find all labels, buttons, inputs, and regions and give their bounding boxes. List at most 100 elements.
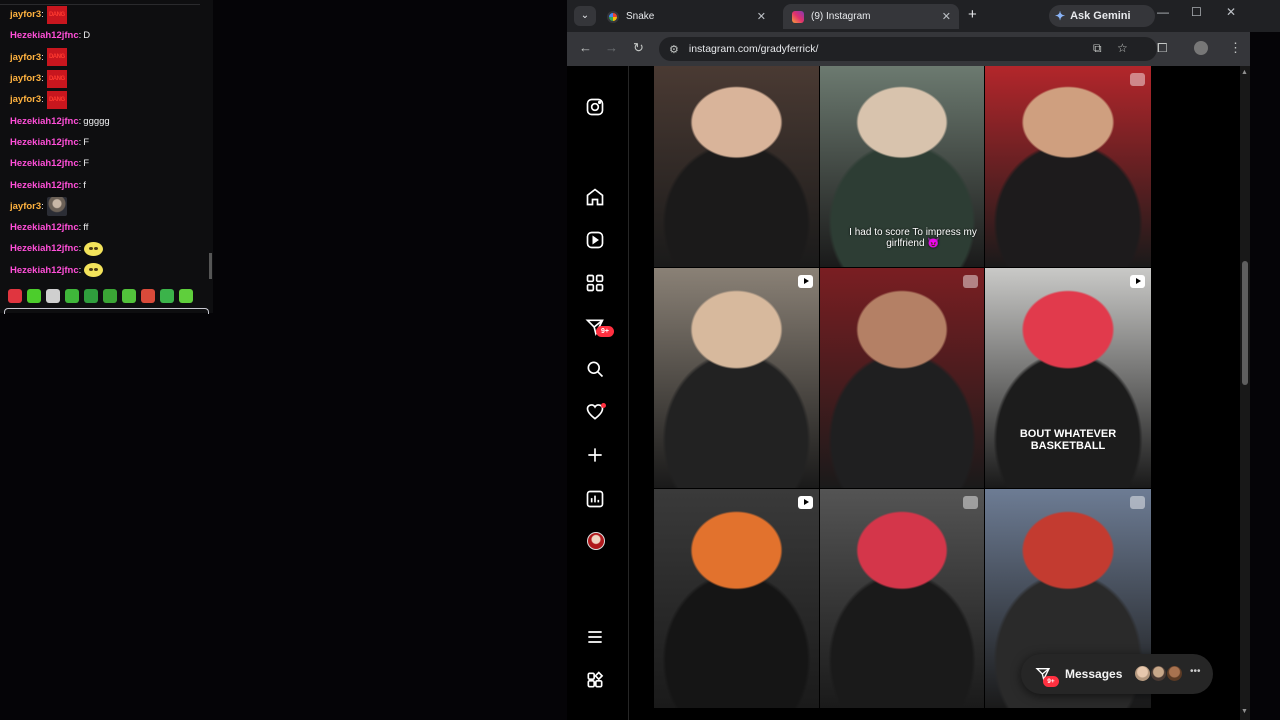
chat-username[interactable]: jayfor3 [10, 9, 41, 20]
page-scrollbar[interactable]: ▲ ▼ [1240, 66, 1250, 720]
chat-line: Hezekiah12jfnc: ggggg [10, 110, 213, 131]
explore-icon[interactable] [584, 272, 606, 294]
create-plus-icon[interactable] [584, 444, 606, 466]
chat-username[interactable]: Hezekiah12jfnc [10, 243, 79, 254]
search-icon[interactable] [584, 358, 606, 380]
moon-emote [84, 241, 104, 256]
chat-username[interactable]: Hezekiah12jfnc [10, 180, 79, 191]
more-dots-icon: ••• [1190, 666, 1201, 677]
forward-icon[interactable]: → [605, 40, 618, 55]
tab-title: (9) Instagram [811, 11, 871, 22]
chat-message-text: ggggg [83, 115, 110, 127]
emote-icon[interactable] [179, 289, 193, 303]
window-close-button[interactable]: ✕ [1226, 5, 1236, 19]
post-thumbnail[interactable]: BOUT WHATEVER BASKETBALL [985, 268, 1151, 488]
more-menu-icon[interactable] [584, 626, 606, 648]
address-bar[interactable]: ⚙ instagram.com/gradyferrick/ ⧉ ☆ [659, 37, 1157, 61]
chat-line: Hezekiah12jfnc: D [10, 25, 213, 46]
post-thumbnail[interactable] [654, 489, 819, 708]
chat-username[interactable]: jayfor3 [10, 201, 41, 212]
chat-username[interactable]: Hezekiah12jfnc [10, 30, 79, 41]
chat-username[interactable]: jayfor3 [10, 94, 41, 105]
post-thumbnail[interactable] [985, 66, 1151, 267]
chat-line: Hezekiah12jfnc: f [10, 174, 213, 195]
extensions-icon[interactable]: ⧠ [1157, 40, 1167, 56]
avatar [1150, 665, 1167, 682]
reels-icon[interactable] [584, 229, 606, 251]
profile-avatar[interactable] [1194, 41, 1208, 55]
chat-message-text: ff [83, 222, 89, 234]
post-thumbnail[interactable]: I had to score To impress my girlfriend … [820, 66, 984, 267]
carousel-icon [1130, 496, 1145, 509]
emote-icon[interactable] [27, 289, 41, 303]
face-emote [46, 196, 67, 216]
back-icon[interactable]: ← [579, 40, 592, 55]
chat-username[interactable]: jayfor3 [10, 73, 41, 84]
close-icon[interactable]: ✕ [942, 10, 951, 23]
dang-emote: DANG [46, 5, 67, 24]
chat-line: Hezekiah12jfnc: F [10, 153, 213, 174]
emote-icon[interactable] [8, 289, 22, 303]
chat-line: Hezekiah12jfnc: [10, 238, 213, 259]
chat-colon: : [78, 30, 82, 42]
chat-username[interactable]: Hezekiah12jfnc [10, 222, 79, 233]
reload-icon[interactable]: ↻ [633, 40, 644, 56]
chat-username[interactable]: jayfor3 [10, 52, 41, 63]
chat-username[interactable]: Hezekiah12jfnc [10, 137, 79, 148]
profile-avatar[interactable] [587, 532, 605, 550]
carousel-icon [1130, 73, 1145, 86]
avatar [1166, 665, 1183, 682]
scroll-down-icon[interactable]: ▼ [1241, 708, 1248, 715]
gemini-icon: ✦ [1055, 9, 1066, 23]
home-icon[interactable] [584, 186, 606, 208]
chat-line: jayfor3: DANG [10, 4, 213, 25]
chat-message-text: f [83, 179, 86, 191]
instagram-logo-icon[interactable] [584, 96, 606, 118]
scrollbar-thumb[interactable] [1242, 261, 1248, 385]
close-icon[interactable]: ✕ [757, 10, 766, 23]
chat-input[interactable] [4, 308, 209, 314]
chat-username[interactable]: Hezekiah12jfnc [10, 265, 79, 276]
emote-icon[interactable] [122, 289, 136, 303]
post-thumbnail[interactable] [654, 66, 819, 267]
tab-snake[interactable]: Snake ✕ [598, 4, 774, 29]
browser-toolbar: ← → ↻ ⚙ instagram.com/gradyferrick/ ⧉ ☆ … [567, 32, 1250, 66]
post-thumbnail[interactable] [820, 268, 984, 488]
emote-icon[interactable] [160, 289, 174, 303]
tab-instagram[interactable]: (9) Instagram ✕ [783, 4, 959, 29]
chat-message-text: F [83, 136, 90, 148]
meta-apps-icon[interactable] [584, 669, 606, 691]
chat-colon: : [78, 115, 82, 127]
post-thumbnail[interactable] [654, 268, 819, 488]
tab-search-button[interactable]: ⌄ [574, 6, 596, 26]
messages-button[interactable]: 9+ Messages ••• [1021, 654, 1213, 694]
google-icon [607, 10, 619, 23]
bookmark-star-icon[interactable]: ☆ [1117, 41, 1128, 55]
minimize-button[interactable]: — [1157, 5, 1169, 19]
chat-username[interactable]: Hezekiah12jfnc [10, 158, 79, 169]
site-info-icon[interactable]: ⚙ [669, 43, 679, 56]
emote-icon[interactable] [65, 289, 79, 303]
emote-icon[interactable] [46, 289, 60, 303]
emote-icon[interactable] [84, 289, 98, 303]
ask-gemini-button[interactable]: ✦ Ask Gemini [1049, 5, 1155, 27]
menu-kebab-icon[interactable]: ⋮ [1229, 40, 1242, 56]
maximize-button[interactable]: ☐ [1191, 5, 1202, 19]
chat-colon: : [78, 136, 82, 148]
chat-line: jayfor3: DANG [10, 89, 213, 110]
chat-colon: : [78, 222, 82, 234]
chat-colon: : [41, 200, 44, 212]
scroll-up-icon[interactable]: ▲ [1241, 69, 1248, 76]
new-tab-button[interactable]: + [968, 6, 977, 23]
chat-colon: : [78, 179, 82, 191]
emote-icon[interactable] [103, 289, 117, 303]
chat-colon: : [41, 73, 44, 85]
tab-strip: ⌄ Snake ✕ (9) Instagram ✕ + ✦ Ask Gemini… [567, 0, 1280, 32]
chat-username[interactable]: Hezekiah12jfnc [10, 116, 79, 127]
dashboard-icon[interactable] [584, 488, 606, 510]
emote-icon[interactable] [141, 289, 155, 303]
chat-scrollbar[interactable] [209, 253, 212, 279]
install-app-icon[interactable]: ⧉ [1093, 41, 1102, 56]
tab-title: Snake [626, 11, 655, 22]
post-thumbnail[interactable] [820, 489, 984, 708]
